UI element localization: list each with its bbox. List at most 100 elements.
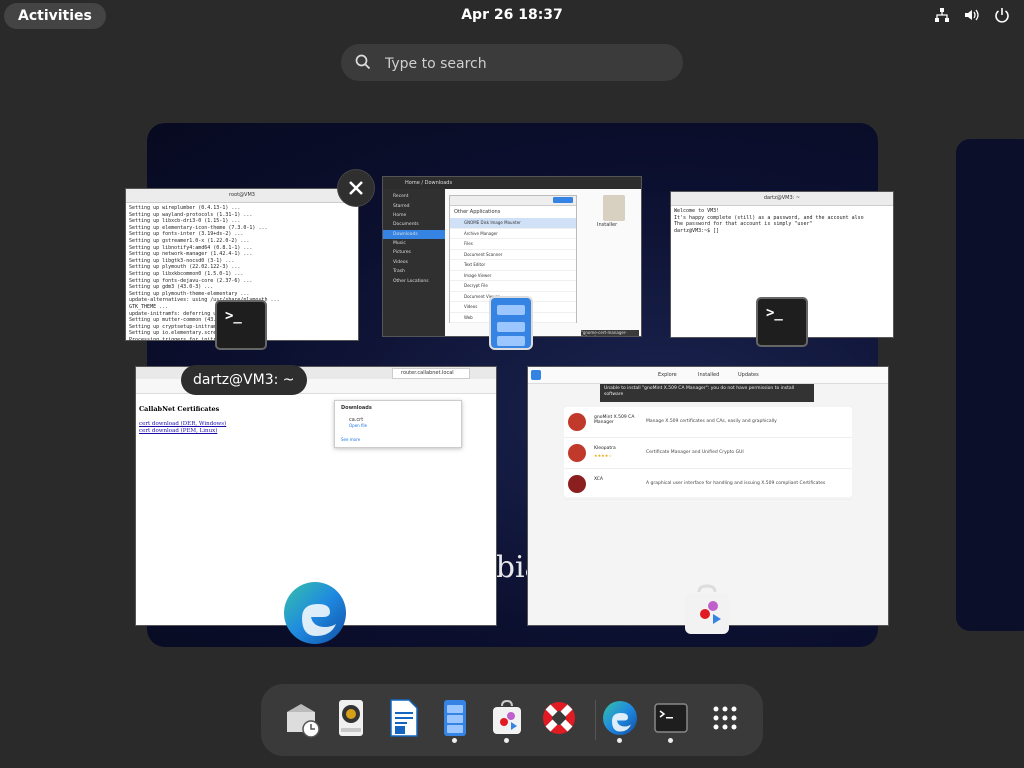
search-results[interactable]: gnoMint X.509 CA Manager Manage X.509 cer… bbox=[564, 407, 852, 500]
system-tray[interactable] bbox=[934, 7, 1010, 23]
terminal-line: Setting up fonts-dejavu-core (2.37-6) ..… bbox=[129, 277, 253, 284]
sidebar-item[interactable]: Music bbox=[383, 239, 445, 248]
terminal-line: Setting up libgtk3-nocsd0 (3-1) ... bbox=[129, 257, 235, 264]
app-list-item[interactable]: Text Editor bbox=[450, 260, 576, 271]
dock-app-help[interactable] bbox=[537, 696, 581, 740]
app-name: XCA bbox=[594, 477, 603, 482]
terminal-line: Setting up libxcb-dri3-0 (1.15-1) ... bbox=[129, 218, 241, 225]
app-rating: ★★★★☆ bbox=[594, 453, 612, 458]
search-icon bbox=[355, 54, 371, 70]
next-workspace[interactable] bbox=[956, 139, 1024, 631]
select-button[interactable] bbox=[553, 197, 573, 203]
app-icon bbox=[568, 475, 586, 493]
file-label: Installer bbox=[597, 222, 618, 228]
sidebar-item[interactable]: Starred bbox=[383, 201, 445, 210]
dock-app-terminal[interactable] bbox=[649, 696, 693, 740]
terminal-app-icon: >_ bbox=[215, 300, 267, 350]
app-name: Kleopatra bbox=[594, 446, 616, 451]
folder-icon[interactable] bbox=[603, 195, 625, 221]
error-notification[interactable]: Unable to install "gnoMint X.509 CA Mana… bbox=[600, 384, 814, 402]
help-lifebuoy-icon bbox=[543, 702, 575, 734]
dock-app-software[interactable] bbox=[485, 696, 529, 740]
running-indicator bbox=[668, 738, 673, 743]
app-list-item[interactable]: Document Scanner bbox=[450, 250, 576, 260]
terminal-app-icon-2: >_ bbox=[756, 297, 808, 347]
dock-separator bbox=[595, 700, 596, 740]
terminal-line: Welcome to VM3! bbox=[674, 208, 720, 214]
search-toggle-icon[interactable] bbox=[531, 370, 541, 380]
sidebar-item[interactable]: Other Locations bbox=[383, 276, 445, 285]
files-toast: "gnome-cert-manager-1.0.tar" bbox=[581, 330, 639, 336]
search-entry[interactable] bbox=[341, 44, 683, 83]
tab-updates[interactable]: Updates bbox=[738, 372, 759, 378]
window-title: root@VM3 bbox=[229, 192, 255, 198]
terminal-line: dartz@VM3:~$ [] bbox=[674, 227, 720, 234]
terminal-line: Setting up plymouth-theme-elementary ... bbox=[129, 290, 250, 297]
window-titlebar: root@VM3 bbox=[126, 189, 358, 203]
app-description: Certificate Manager and Unified Crypto G… bbox=[646, 450, 744, 455]
sidebar-item[interactable]: Trash bbox=[383, 267, 445, 276]
show-applications-button[interactable] bbox=[703, 696, 747, 740]
close-window-button[interactable] bbox=[338, 170, 374, 206]
clock[interactable]: Apr 26 18:37 bbox=[0, 7, 1024, 23]
app-list-item[interactable]: Files bbox=[450, 239, 576, 250]
dialog-title: Other Applications bbox=[454, 209, 501, 215]
see-more-link[interactable]: See more bbox=[341, 437, 360, 442]
volume-icon[interactable] bbox=[964, 7, 980, 23]
sidebar-item[interactable]: Home bbox=[383, 211, 445, 220]
sidebar-item[interactable]: Downloads bbox=[383, 229, 445, 239]
search-result-row[interactable]: XCA A graphical user interface for handli… bbox=[564, 469, 852, 500]
dock-app-timeshift[interactable] bbox=[279, 696, 323, 740]
app-icon bbox=[568, 444, 586, 462]
dock-app-rhythmbox[interactable] bbox=[329, 696, 373, 740]
terminal-line: Setting up plymouth (22.02.122-3) ... bbox=[129, 264, 241, 271]
app-description: Manage X.509 certificates and CAs, easil… bbox=[646, 419, 777, 424]
app-list-item[interactable]: Archive Manager bbox=[450, 229, 576, 239]
close-icon bbox=[349, 181, 363, 195]
dock-app-writer[interactable] bbox=[381, 696, 425, 740]
search-result-row[interactable]: gnoMint X.509 CA Manager Manage X.509 cer… bbox=[564, 407, 852, 438]
sidebar-item[interactable]: Recent bbox=[383, 192, 445, 201]
window-title: dartz@VM3: ~ bbox=[763, 195, 801, 201]
terminal-line: Setting up wayland-protocols (1.31-1) ..… bbox=[129, 211, 253, 218]
network-icon[interactable] bbox=[934, 7, 950, 23]
window-tooltip: dartz@VM3: ~ bbox=[181, 365, 307, 395]
sidebar-item[interactable]: Documents bbox=[383, 220, 445, 229]
dock-app-files[interactable] bbox=[433, 696, 477, 740]
terminal-line: It's happy complete (still) as a passwor… bbox=[674, 214, 864, 221]
running-indicator bbox=[452, 738, 457, 743]
search-result-row[interactable]: Kleopatra ★★★★☆ Certificate Manager and Un… bbox=[564, 438, 852, 469]
tab-installed[interactable]: Installed bbox=[698, 372, 719, 378]
dock-app-edge[interactable] bbox=[598, 696, 642, 740]
search-input[interactable] bbox=[383, 44, 667, 83]
terminal-line: The password for that account is simply … bbox=[674, 221, 813, 228]
cert-link-pem[interactable]: cert download (PEM, Linux) bbox=[139, 428, 226, 435]
app-grid-icon bbox=[713, 706, 737, 730]
files-app-icon bbox=[489, 296, 533, 350]
address-bar[interactable]: router.callabnet.local bbox=[392, 368, 470, 379]
timeshift-icon bbox=[287, 704, 320, 738]
window-titlebar: Home / Downloads bbox=[383, 177, 641, 189]
terminal-line: Setting up wireplumber (0.4.13-1) ... bbox=[129, 205, 241, 211]
terminal-line: Setting up network-manager (1.42.4-1) ..… bbox=[129, 251, 253, 258]
window-titlebar: dartz@VM3: ~ bbox=[671, 192, 893, 206]
sidebar-item[interactable]: Pictures bbox=[383, 248, 445, 257]
edge-icon bbox=[603, 701, 637, 735]
terminal-line: Setting up libxkbcommon0 (1.5.0-1) ... bbox=[129, 270, 244, 277]
app-list-item[interactable]: Decrypt File bbox=[450, 281, 576, 292]
power-icon[interactable] bbox=[994, 7, 1010, 23]
page-title: CallabNet Certificates bbox=[139, 405, 220, 413]
download-status[interactable]: Open file bbox=[349, 423, 367, 428]
cert-link-der[interactable]: cert download (DER, Windows) bbox=[139, 421, 226, 428]
window-title: Home / Downloads bbox=[405, 180, 453, 186]
app-list-item[interactable]: Image Viewer bbox=[450, 271, 576, 281]
downloads-panel[interactable]: Downloads ca.crt Open file See more bbox=[334, 400, 462, 448]
edge-app-icon bbox=[282, 580, 348, 646]
terminal-line: Setting up elementary-icon-theme (7.3.0-… bbox=[129, 224, 268, 231]
files-icon bbox=[444, 700, 466, 736]
sidebar-item[interactable]: Videos bbox=[383, 258, 445, 267]
tab-explore[interactable]: Explore bbox=[658, 372, 677, 378]
dash bbox=[261, 684, 763, 756]
app-list-item[interactable]: GNOME Disk Image Mounter bbox=[450, 218, 576, 229]
terminal-line: Setting up libnotify4:amd64 (0.8.1-1) ..… bbox=[129, 244, 253, 251]
